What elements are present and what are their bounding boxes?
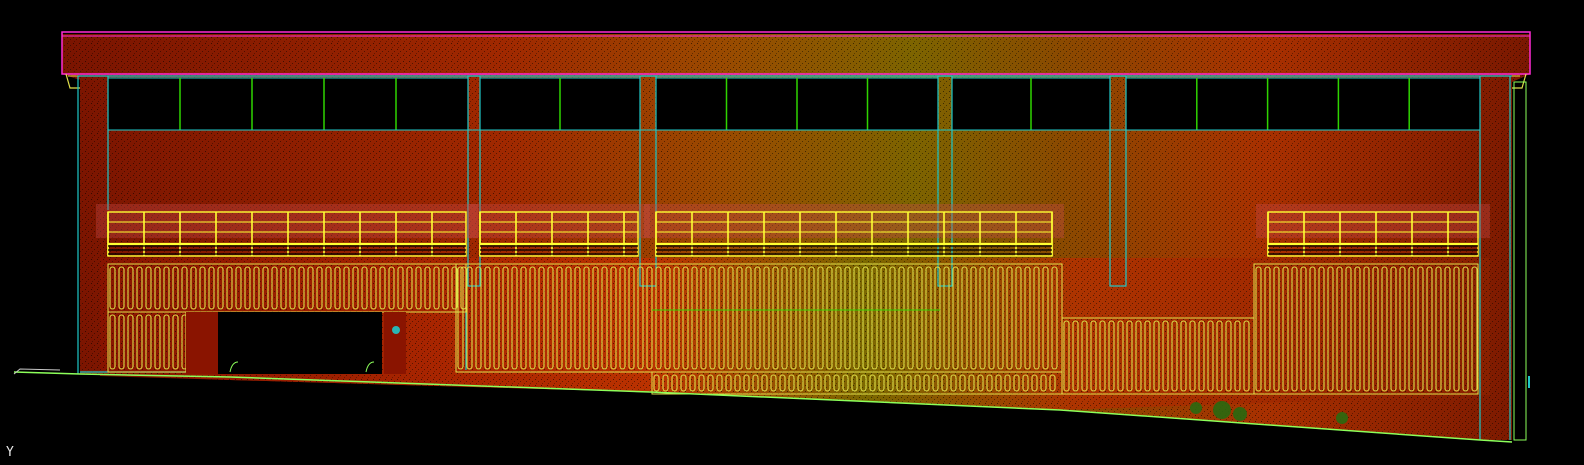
ucs-y-axis-label: Y	[6, 445, 14, 460]
louver-shadow	[96, 204, 478, 238]
right-edge-marker	[1528, 376, 1530, 388]
garage-jamb-left	[186, 312, 218, 374]
shrub	[1190, 402, 1202, 414]
right-pilaster	[1513, 81, 1527, 441]
clerestory-window	[107, 77, 469, 131]
louver-shadow	[1256, 204, 1490, 238]
elevation-drawing	[13, 31, 1531, 443]
shrub	[392, 326, 400, 334]
louver-shadow	[468, 204, 650, 238]
shrub	[1233, 407, 1247, 421]
openings	[186, 312, 406, 374]
clerestory-window	[1125, 77, 1481, 131]
shrub	[1213, 401, 1231, 419]
louver-shadow	[644, 204, 1064, 238]
upper-glazing	[107, 77, 1481, 131]
garage-opening	[190, 312, 382, 374]
garage-jamb-right	[384, 312, 406, 374]
shrub	[1336, 412, 1348, 424]
